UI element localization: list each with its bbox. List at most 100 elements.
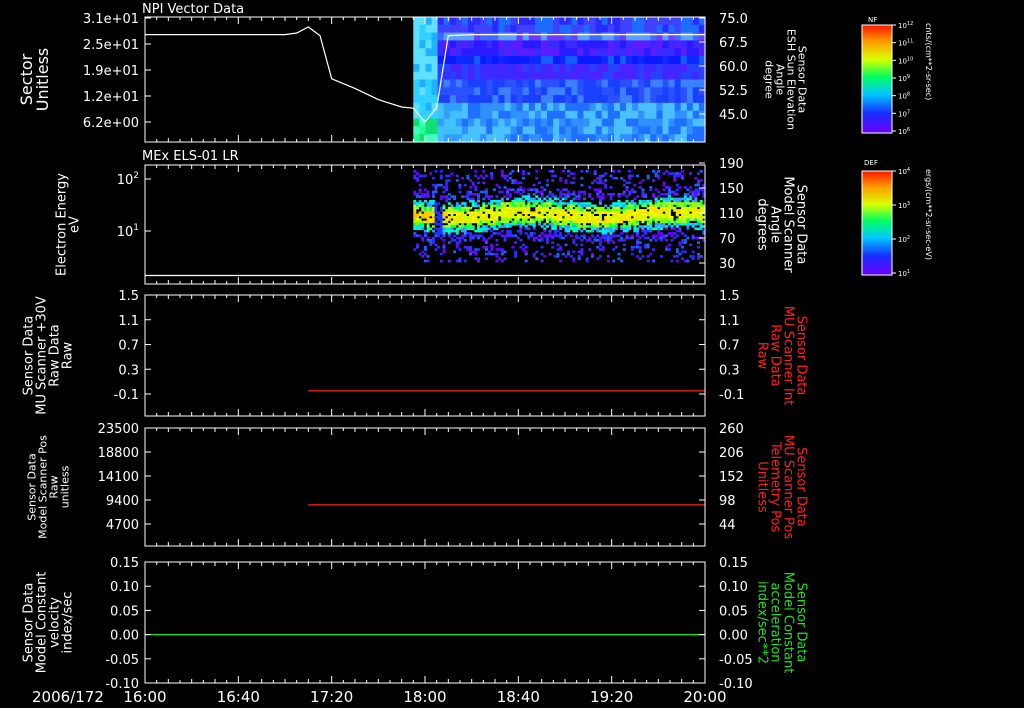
- els-cell: [598, 236, 602, 240]
- els-cell: [471, 202, 475, 205]
- npi-cell: [571, 71, 578, 81]
- els-cell: [694, 206, 698, 210]
- els-cell: [591, 204, 594, 208]
- els-cell: [593, 225, 597, 228]
- els-cell: [503, 257, 507, 260]
- els-cell: [442, 190, 446, 194]
- els-cell: [646, 174, 650, 178]
- npi-cell: [504, 95, 512, 104]
- y2-tick-label: 45.0: [719, 108, 748, 123]
- npi-cell: [425, 79, 433, 88]
- y2-tick-label: 206: [719, 446, 744, 461]
- npi-cell: [601, 87, 609, 96]
- npi-cell: [431, 32, 439, 41]
- els-cell: [479, 216, 483, 219]
- els-cell: [649, 206, 653, 210]
- els-cell: [437, 245, 441, 249]
- npi-cell: [565, 48, 572, 57]
- npi-cell: [534, 79, 542, 88]
- els-cell: [535, 257, 539, 260]
- els-cell: [681, 211, 685, 214]
- els-cell: [413, 234, 417, 237]
- y2-axis-label-line: index/sec**2: [755, 581, 770, 664]
- npi-cell: [619, 102, 627, 112]
- npi-cell: [474, 134, 481, 143]
- els-cell: [609, 234, 613, 237]
- els-cell: [418, 225, 422, 228]
- els-cell: [535, 236, 539, 240]
- els-cell: [636, 220, 640, 224]
- els-cell: [548, 218, 552, 221]
- els-cell: [423, 193, 427, 196]
- npi-cell: [577, 79, 585, 88]
- panel-3-frame: [144, 294, 706, 417]
- els-cell: [527, 195, 531, 198]
- els-cell: [681, 250, 685, 254]
- els-cell: [484, 216, 488, 219]
- els-cell: [532, 193, 536, 196]
- els-cell: [606, 227, 610, 231]
- els-cell: [691, 257, 695, 260]
- els-cell: [585, 170, 589, 173]
- els-cell: [659, 222, 663, 226]
- els-cell: [686, 259, 690, 263]
- els-cell: [596, 216, 600, 219]
- els-cell: [519, 193, 523, 196]
- npi-cell: [619, 40, 627, 49]
- y2-tick-label: 0.7: [719, 339, 740, 354]
- els-cell: [559, 236, 563, 240]
- els-cell: [694, 195, 698, 198]
- els-cell: [575, 209, 579, 212]
- npi-cell: [510, 48, 518, 57]
- els-cell: [442, 229, 446, 233]
- els-cell: [604, 222, 608, 226]
- els-cell: [614, 213, 618, 217]
- npi-cell: [516, 32, 524, 41]
- els-cell: [551, 209, 555, 212]
- els-cell: [495, 216, 499, 219]
- els-cell: [636, 211, 640, 214]
- els-cell: [630, 213, 634, 217]
- els-cell: [442, 213, 446, 217]
- els-cell: [622, 193, 626, 196]
- els-cell: [469, 220, 472, 224]
- npi-cell: [480, 48, 487, 57]
- npi-cell: [686, 87, 694, 96]
- els-cell: [596, 218, 600, 221]
- els-cell: [670, 227, 674, 231]
- npi-cell: [528, 87, 536, 96]
- els-cell: [691, 190, 695, 194]
- els-cell: [620, 204, 624, 208]
- els-cell: [681, 209, 685, 212]
- els-cell: [503, 209, 507, 212]
- npi-cell: [583, 40, 591, 49]
- els-cell: [527, 220, 531, 224]
- els-cell: [429, 218, 433, 221]
- npi-cell: [571, 56, 578, 65]
- els-cell: [514, 241, 518, 244]
- els-cell: [580, 183, 584, 187]
- els-cell: [697, 181, 700, 185]
- els-cell: [585, 206, 589, 210]
- els-cell: [418, 211, 422, 214]
- npi-cell: [461, 126, 469, 135]
- npi-cell: [559, 87, 566, 96]
- els-cell: [538, 181, 541, 185]
- els-cell: [445, 188, 449, 191]
- y-tick-label: 0.00: [110, 629, 139, 644]
- els-cell: [577, 236, 581, 240]
- els-cell: [691, 236, 695, 240]
- els-cell: [553, 232, 557, 235]
- els-cell: [429, 172, 433, 175]
- els-cell: [612, 222, 616, 226]
- els-cell: [495, 206, 499, 210]
- npi-cell: [626, 17, 633, 26]
- els-cell: [548, 211, 552, 214]
- els-cell: [617, 216, 621, 219]
- npi-cell: [468, 48, 475, 57]
- els-cell: [667, 211, 671, 214]
- npi-cell: [626, 118, 633, 127]
- els-cell: [431, 190, 435, 194]
- els-cell: [474, 229, 478, 233]
- els-cell: [628, 202, 632, 205]
